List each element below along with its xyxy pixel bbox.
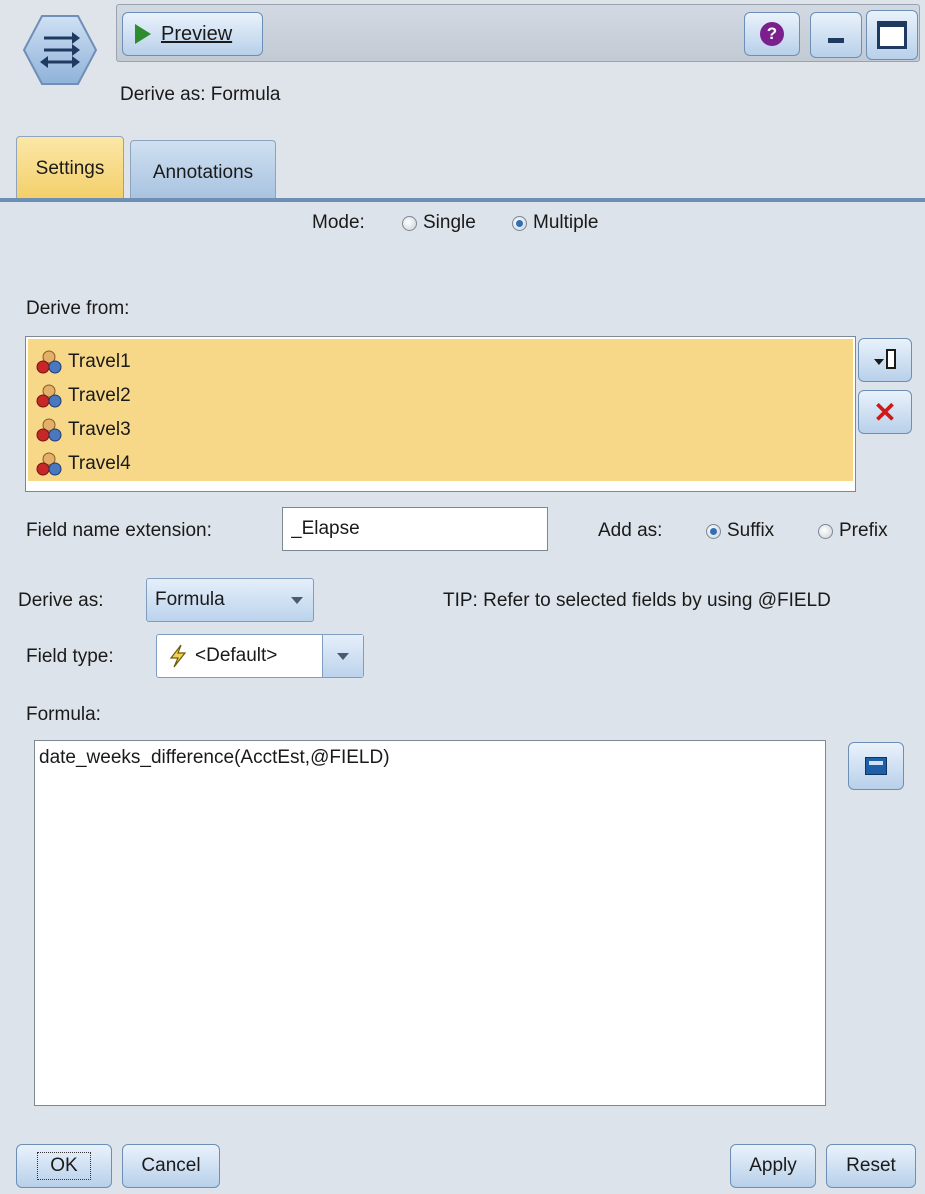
- add-as-suffix-radio[interactable]: Suffix: [706, 520, 774, 542]
- mode-label: Mode:: [312, 212, 365, 233]
- radio-unchecked-icon: [402, 215, 417, 231]
- add-as-prefix-label: Prefix: [839, 520, 888, 541]
- radio-unchecked-icon: [818, 523, 833, 539]
- radio-checked-icon: [512, 215, 527, 231]
- maximize-button[interactable]: [866, 10, 918, 60]
- ok-label: OK: [37, 1152, 91, 1180]
- expression-builder-button[interactable]: [848, 742, 904, 790]
- mode-multiple-radio[interactable]: Multiple: [512, 212, 598, 234]
- minimize-icon: [828, 37, 844, 43]
- add-as-label: Add as:: [598, 520, 663, 541]
- derive-from-label: Derive from:: [26, 298, 130, 319]
- field-label: Travel3: [68, 419, 131, 440]
- derive-as-dropdown[interactable]: Formula: [146, 578, 314, 622]
- ok-button[interactable]: OK: [16, 1144, 112, 1188]
- preview-label: Preview: [161, 22, 233, 45]
- help-button[interactable]: ?: [744, 12, 800, 56]
- set-field-icon: [36, 418, 62, 442]
- radio-checked-icon: [706, 523, 721, 539]
- maximize-icon: [877, 21, 907, 49]
- list-item[interactable]: Travel4: [36, 447, 131, 481]
- set-field-icon: [36, 452, 62, 476]
- derive-from-list[interactable]: Travel1 Travel2 Travel3 Travel4: [25, 336, 856, 492]
- dropdown-arrow-icon: [291, 597, 303, 604]
- field-type-label: Field type:: [26, 646, 114, 667]
- derive-node-icon: [22, 12, 98, 88]
- cancel-button[interactable]: Cancel: [122, 1144, 220, 1188]
- pick-fields-button[interactable]: [858, 338, 912, 382]
- reset-button[interactable]: Reset: [826, 1144, 916, 1188]
- remove-fields-button[interactable]: ✕: [858, 390, 912, 434]
- tab-annotations-label: Annotations: [152, 161, 254, 183]
- list-item[interactable]: Travel1: [36, 345, 131, 379]
- apply-label: Apply: [749, 1155, 797, 1176]
- delete-x-icon: ✕: [873, 396, 897, 428]
- tab-settings-label: Settings: [35, 157, 105, 179]
- field-type-value: <Default>: [195, 645, 278, 666]
- field-picker-icon: [874, 349, 896, 369]
- derive-as-label: Derive as:: [18, 590, 104, 611]
- formula-editor[interactable]: date_weeks_difference(AcctEst,@FIELD): [34, 740, 826, 1106]
- field-label: Travel4: [68, 453, 131, 474]
- mode-single-label: Single: [423, 212, 476, 233]
- field-type-dropdown[interactable]: <Default>: [156, 634, 364, 678]
- calculator-icon: [865, 757, 887, 775]
- selection-highlight: Travel1 Travel2 Travel3 Travel4: [28, 339, 853, 481]
- mode-multiple-label: Multiple: [533, 212, 599, 233]
- add-as-suffix-label: Suffix: [727, 520, 775, 541]
- tab-settings[interactable]: Settings: [16, 136, 124, 200]
- field-tip: TIP: Refer to selected fields by using @…: [443, 590, 831, 611]
- set-field-icon: [36, 350, 62, 374]
- lightning-icon: [169, 644, 187, 668]
- field-label: Travel1: [68, 351, 131, 372]
- play-icon: [135, 24, 151, 44]
- node-subtitle: Derive as: Formula: [120, 84, 281, 105]
- apply-button[interactable]: Apply: [730, 1144, 816, 1188]
- field-name-extension-label: Field name extension:: [26, 520, 212, 541]
- field-name-extension-input[interactable]: [282, 507, 548, 551]
- list-item[interactable]: Travel3: [36, 413, 131, 447]
- set-field-icon: [36, 384, 62, 408]
- dropdown-arrow-icon: [337, 653, 349, 660]
- field-label: Travel2: [68, 385, 131, 406]
- help-icon: ?: [760, 22, 784, 46]
- derive-as-value: Formula: [155, 589, 225, 610]
- formula-label: Formula:: [26, 704, 101, 725]
- minimize-button[interactable]: [810, 12, 862, 58]
- cancel-label: Cancel: [141, 1155, 201, 1176]
- preview-button[interactable]: Preview: [122, 12, 263, 56]
- reset-label: Reset: [846, 1155, 896, 1176]
- list-item[interactable]: Travel2: [36, 379, 131, 413]
- tab-annotations[interactable]: Annotations: [130, 140, 276, 198]
- mode-single-radio[interactable]: Single: [402, 212, 476, 234]
- add-as-prefix-radio[interactable]: Prefix: [818, 520, 888, 542]
